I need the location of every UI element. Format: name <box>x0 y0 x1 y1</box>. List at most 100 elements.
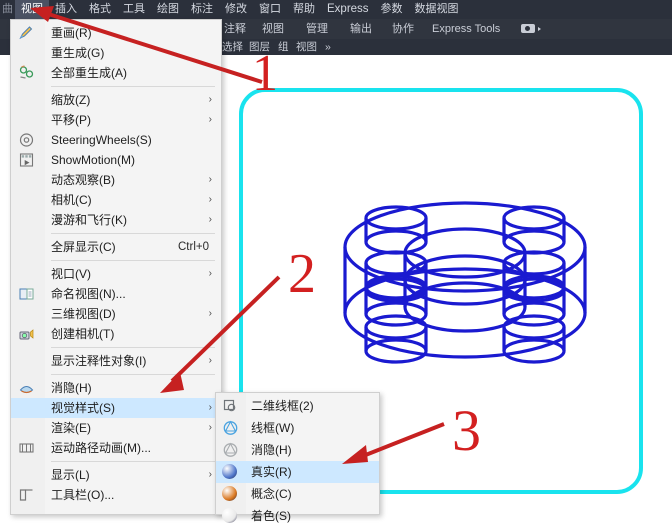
autocad-window: 曲视图 插入 格式 工具 绘图 标注 修改 窗口 帮助 Express 参数 数据视图 注释 视图 管理输… <box>0 0 672 523</box>
menubar-item-6[interactable]: 标注 <box>185 0 219 19</box>
view-menu-item-label: 视口(V) <box>51 267 91 281</box>
chevron-right-icon: › <box>208 469 212 480</box>
view-menu-item-label: 视觉样式(S) <box>51 401 115 415</box>
chevron-right-icon: › <box>208 308 212 319</box>
menubar-item-12[interactable]: 数据视图 <box>409 0 465 19</box>
view-menu-item-10[interactable]: 全屏显示(C) Ctrl+0 <box>11 237 221 257</box>
view-menu-item-14[interactable]: 创建相机(T) <box>11 324 221 344</box>
view-dropdown-menu[interactable]: 重画(R) 重生成(G) 全部重生成(A) 缩放(Z) › 平移(P) › SteeringW… <box>10 19 222 515</box>
visual-style-item-label: 二维线框(2) <box>251 399 314 413</box>
view-menu-item-7[interactable]: 动态观察(B) › <box>11 170 221 190</box>
named-view-icon <box>18 286 35 302</box>
visual-style-item-0[interactable]: 二维线框(2) <box>216 395 379 417</box>
view-menu-item-20[interactable]: 显示(L) › <box>11 465 221 485</box>
visual-style-item-4[interactable]: 概念(C) <box>216 483 379 505</box>
menu-separator <box>51 260 215 261</box>
view-menu-item-6[interactable]: ShowMotion(M) <box>11 150 221 170</box>
view-menu-item-label: 缩放(Z) <box>51 93 91 107</box>
view-menu-item-2[interactable]: 全部重生成(A) <box>11 63 221 83</box>
ribbon-tab-5[interactable]: Express Tools <box>432 19 500 39</box>
view-menu-item-label: 命名视图(N)... <box>51 287 126 301</box>
hidden-icon <box>222 442 239 458</box>
ribbon-panel-2[interactable]: 组 <box>278 39 289 55</box>
view-menu-item-label: 运动路径动画(M)... <box>51 441 151 455</box>
chevron-right-icon: › <box>208 114 212 125</box>
view-menu-item-3[interactable]: 缩放(Z) › <box>11 90 221 110</box>
view-menu-item-19[interactable]: 运动路径动画(M)... <box>11 438 221 458</box>
regen-all-icon <box>18 65 35 81</box>
visual-style-item-label: 着色(S) <box>251 509 291 523</box>
hide-icon <box>18 380 35 396</box>
chevron-right-icon: › <box>208 355 212 366</box>
chevron-right-icon: › <box>208 94 212 105</box>
menubar-item-7[interactable]: 修改 <box>219 0 253 19</box>
view-menu-item-label: 工具栏(O)... <box>51 488 115 502</box>
view-menu-item-9[interactable]: 漫游和飞行(K) › <box>11 210 221 230</box>
view-menu-item-label: 显示(L) <box>51 468 90 482</box>
view-menu-item-label: 消隐(H) <box>51 381 92 395</box>
visual-style-item-label: 概念(C) <box>251 487 292 501</box>
visual-style-item-1[interactable]: 线框(W) <box>216 417 379 439</box>
wireframe-model <box>343 201 587 364</box>
menubar-item-3[interactable]: 格式 <box>83 0 117 19</box>
chevron-right-icon: › <box>208 174 212 185</box>
view-menu-item-11[interactable]: 视口(V) › <box>11 264 221 284</box>
shaded-icon <box>222 508 239 524</box>
conceptual-icon <box>222 486 239 502</box>
camera-icon[interactable] <box>521 22 541 35</box>
view-menu-item-1[interactable]: 重生成(G) <box>11 43 221 63</box>
menu-separator <box>51 86 215 87</box>
view-menu-item-21[interactable]: 工具栏(O)... <box>11 485 221 505</box>
view-menu-item-label: 动态观察(B) <box>51 173 115 187</box>
view-menu-item-4[interactable]: 平移(P) › <box>11 110 221 130</box>
view-menu-item-18[interactable]: 渲染(E) › <box>11 418 221 438</box>
view-menu-item-label: 漫游和飞行(K) <box>51 213 127 227</box>
menubar-item-5[interactable]: 绘图 <box>151 0 185 19</box>
ribbon-panel-4[interactable]: » <box>325 39 331 55</box>
steering-wheel-icon <box>18 132 35 148</box>
ribbon-panel-0[interactable]: 选择 <box>222 39 243 55</box>
view-menu-item-16[interactable]: 消隐(H) <box>11 378 221 398</box>
view-menu-item-15[interactable]: 显示注释性对象(I) › <box>11 351 221 371</box>
menubar-item-4[interactable]: 工具 <box>117 0 151 19</box>
menubar-item-11[interactable]: 参数 <box>375 0 409 19</box>
chevron-right-icon: › <box>208 422 212 433</box>
view-menu-item-label: 全部重生成(A) <box>51 66 127 80</box>
realistic-icon <box>222 464 239 480</box>
menubar-item-2[interactable]: 插入 <box>49 0 83 19</box>
view-menu-item-shortcut: Ctrl+0 <box>178 241 209 253</box>
view-menu-item-8[interactable]: 相机(C) › <box>11 190 221 210</box>
menu-separator <box>51 347 215 348</box>
view-menu-item-13[interactable]: 三维视图(D) › <box>11 304 221 324</box>
visual-style-item-3[interactable]: 真实(R) <box>216 461 379 483</box>
menubar-item-8[interactable]: 窗口 <box>253 0 287 19</box>
chevron-right-icon: › <box>208 214 212 225</box>
view-menu-item-label: 重生成(G) <box>51 46 105 60</box>
view-menu-item-12[interactable]: 命名视图(N)... <box>11 284 221 304</box>
ribbon-tab-2[interactable]: 管理 <box>306 19 328 39</box>
visual-style-submenu[interactable]: 二维线框(2) 线框(W) 消隐(H) 真实(R) 概念(C) 着色(S) <box>215 392 380 523</box>
toolbar-icon <box>18 487 35 503</box>
menubar-item-1[interactable]: 视图 <box>15 0 49 19</box>
ribbon-tab-4[interactable]: 协作 <box>392 19 414 39</box>
wireframe2d-icon <box>222 398 239 414</box>
view-menu-item-17[interactable]: 视觉样式(S) › <box>11 398 221 418</box>
visual-style-item-label: 线框(W) <box>251 421 295 435</box>
menubar-item-9[interactable]: 帮助 <box>287 0 321 19</box>
menubar-item-10[interactable]: Express <box>321 0 375 19</box>
wireframe-icon <box>222 420 239 436</box>
motion-path-icon <box>18 440 35 456</box>
view-menu-item-5[interactable]: SteeringWheels(S) <box>11 130 221 150</box>
view-menu-item-label: 创建相机(T) <box>51 327 115 341</box>
view-menu-item-label: 相机(C) <box>51 193 92 207</box>
ribbon-panel-3[interactable]: 视图 <box>296 39 317 55</box>
visual-style-item-2[interactable]: 消隐(H) <box>216 439 379 461</box>
visual-style-item-5[interactable]: 着色(S) <box>216 505 379 527</box>
chevron-right-icon: › <box>208 194 212 205</box>
ribbon-tab-0[interactable]: 注释 <box>224 19 246 39</box>
ribbon-panel-1[interactable]: 图层 <box>249 39 270 55</box>
ribbon-tab-3[interactable]: 输出 <box>350 19 372 39</box>
menubar-item-0[interactable]: 曲 <box>0 0 15 19</box>
view-menu-item-0[interactable]: 重画(R) <box>11 23 221 43</box>
ribbon-tab-1[interactable]: 视图 <box>262 19 284 39</box>
